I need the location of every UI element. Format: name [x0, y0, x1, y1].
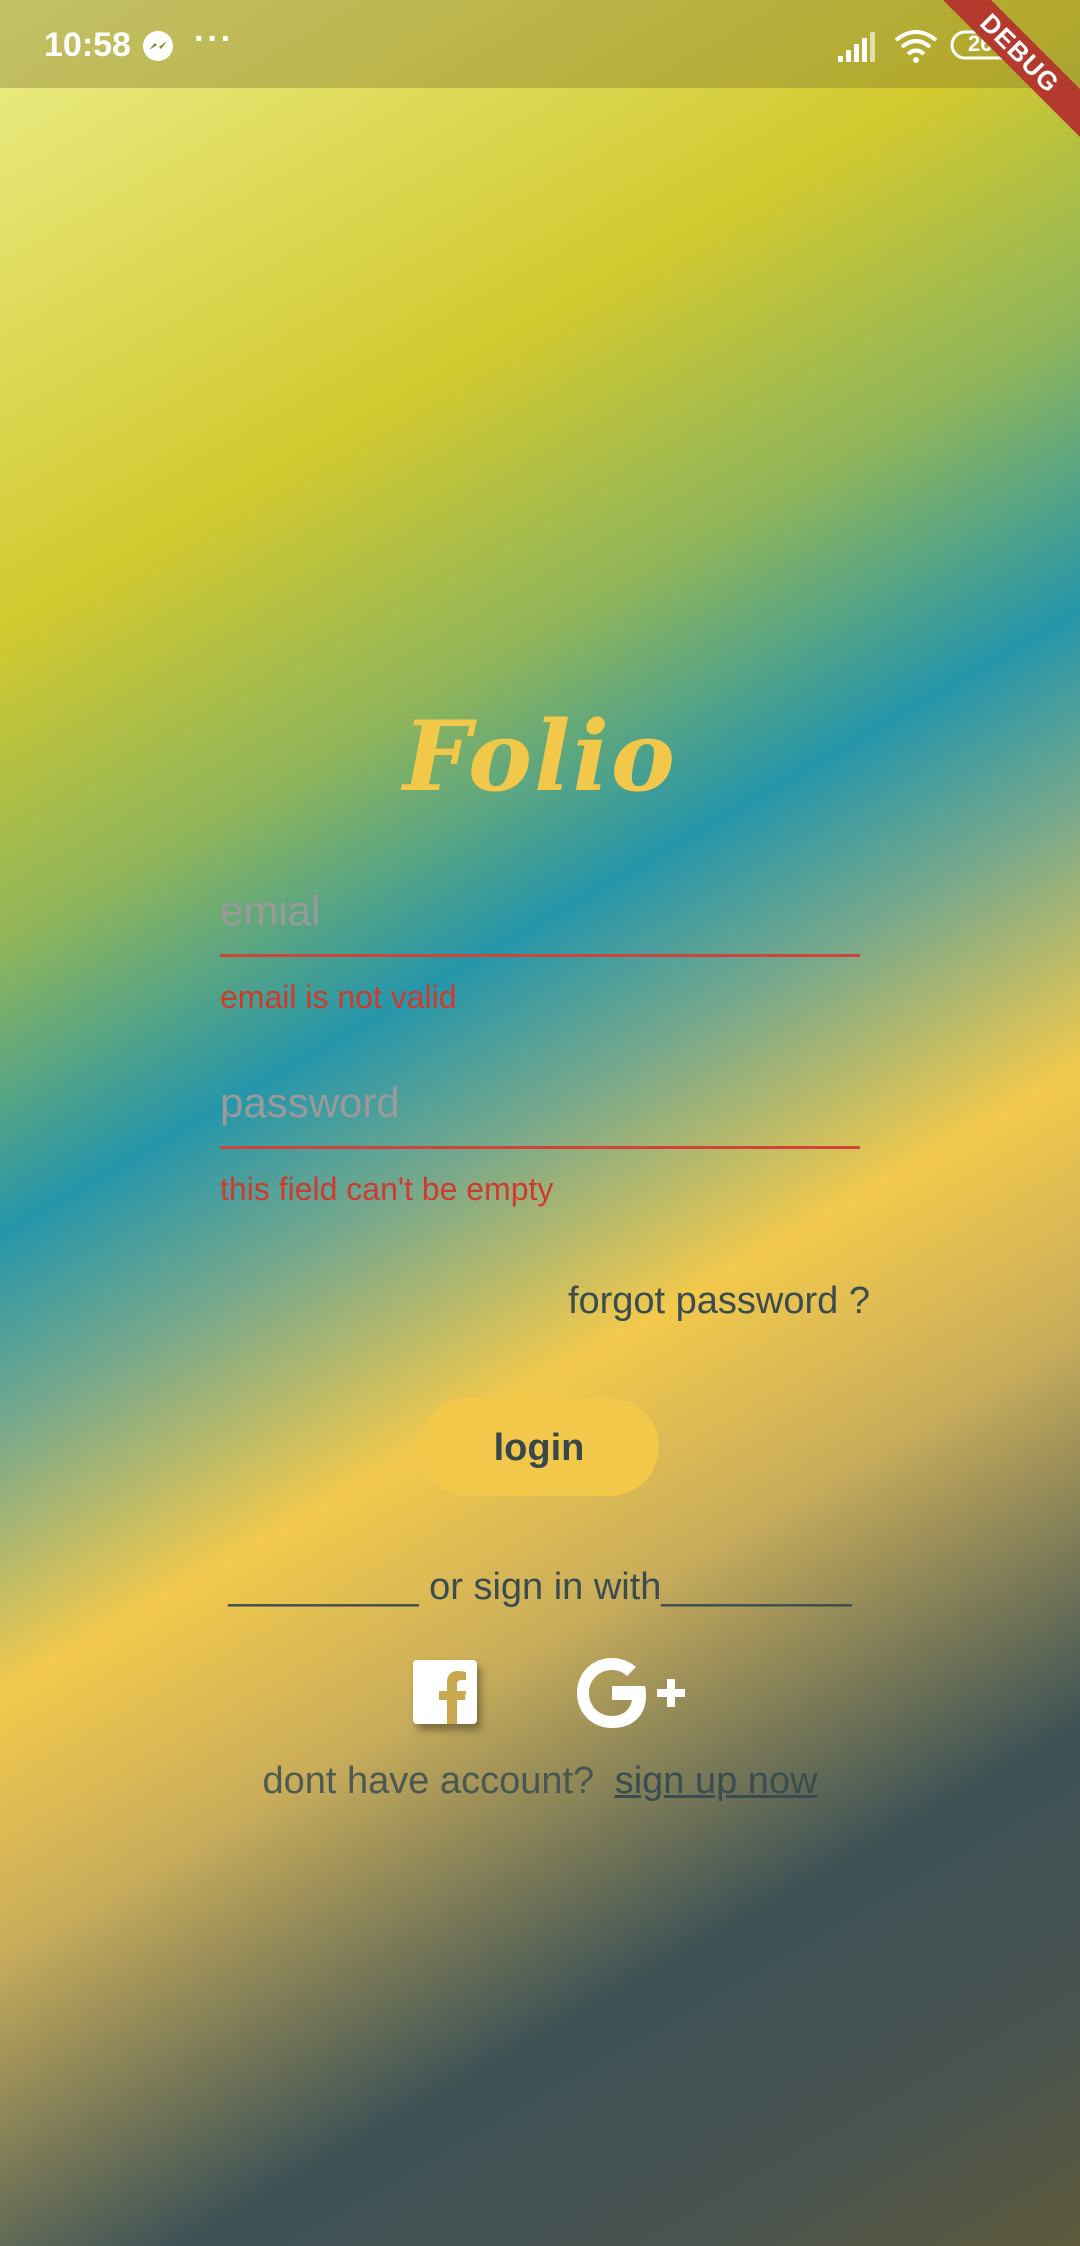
status-bar: 10:58 ··· 26	[0, 0, 1080, 88]
login-screen: 10:58 ··· 26 DEBUG Folio email is	[0, 0, 1080, 2246]
signup-link[interactable]: sign up now	[615, 1760, 818, 1802]
more-notifications-icon: ···	[194, 20, 234, 58]
password-error: this field can't be empty	[220, 1171, 554, 1207]
password-underline	[220, 1146, 860, 1149]
email-input[interactable]	[220, 876, 860, 946]
messenger-icon	[143, 31, 173, 61]
signal-icon	[838, 32, 875, 62]
facebook-icon[interactable]	[413, 1660, 477, 1724]
social-divider: _________ or sign in with_________	[228, 1566, 852, 1608]
status-time: 10:58	[44, 26, 131, 64]
login-button[interactable]: login	[419, 1398, 659, 1496]
signup-prompt: dont have account?	[262, 1760, 595, 1802]
google-plus-icon[interactable]	[575, 1656, 687, 1730]
wifi-icon	[894, 30, 938, 63]
app-logo: Folio	[403, 700, 677, 813]
email-error: email is not valid	[220, 979, 457, 1015]
email-underline	[220, 954, 860, 957]
password-input[interactable]	[220, 1068, 860, 1138]
signup-row: dont have account? sign up now	[0, 1760, 1080, 1803]
password-field-group: this field can't be empty	[220, 1068, 860, 1208]
forgot-password-link[interactable]: forgot password ?	[568, 1280, 870, 1323]
email-field-group: email is not valid	[220, 876, 860, 1016]
